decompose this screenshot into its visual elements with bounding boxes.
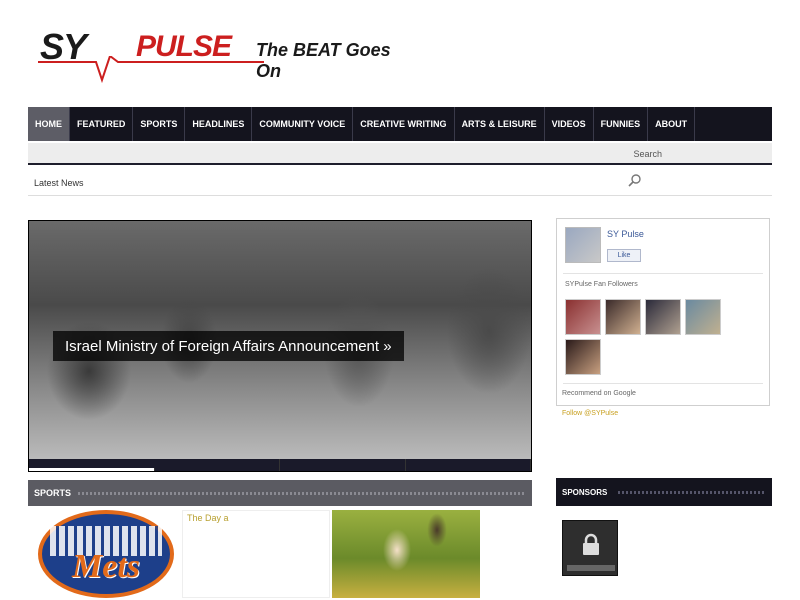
hero-caption-link[interactable]: Israel Ministry of Foreign Affairs Annou… xyxy=(53,331,404,361)
fan-avatar[interactable] xyxy=(565,299,601,335)
divider xyxy=(563,383,763,384)
search-label: Search xyxy=(633,149,662,159)
heartbeat-icon xyxy=(38,56,264,84)
logo-tagline: The BEAT Goes On xyxy=(256,40,391,81)
sponsors-section-header: SPONSORS xyxy=(556,478,772,506)
nav-headlines[interactable]: HEADLINES xyxy=(185,107,253,141)
slider-segment[interactable] xyxy=(280,459,406,471)
sports-article-title[interactable]: The Day a xyxy=(187,513,229,523)
header-divider xyxy=(618,491,764,494)
sub-bar: Search xyxy=(28,143,772,165)
nav-sports[interactable]: SPORTS xyxy=(133,107,186,141)
nav-arts-leisure[interactable]: ARTS & LEISURE xyxy=(455,107,545,141)
nav-featured[interactable]: FEATURED xyxy=(70,107,134,141)
fan-avatar[interactable] xyxy=(685,299,721,335)
facebook-likes-caption: SYPulse Fan Followers xyxy=(565,281,638,288)
fan-avatar[interactable] xyxy=(605,299,641,335)
slider-progress xyxy=(29,459,531,471)
facebook-like-box: SY Pulse Like SYPulse Fan Followers xyxy=(556,218,770,406)
facebook-page-thumb[interactable] xyxy=(565,227,601,263)
nav-funnies[interactable]: FUNNIES xyxy=(594,107,649,141)
facebook-page-name[interactable]: SY Pulse xyxy=(607,229,644,239)
sponsor-tile[interactable] xyxy=(562,520,618,576)
hero-slider[interactable]: Israel Ministry of Foreign Affairs Annou… xyxy=(28,220,532,472)
nav-creative-writing[interactable]: CREATIVE WRITING xyxy=(353,107,455,141)
nav-community-voice[interactable]: COMMUNITY VOICE xyxy=(252,107,354,141)
sports-article-tile[interactable]: The Day a xyxy=(182,510,330,598)
sponsors-label: SPONSORS xyxy=(562,488,608,497)
google-follow-link[interactable]: Follow @SYPulse xyxy=(562,410,618,417)
nav-home[interactable]: HOME xyxy=(28,107,70,141)
latest-news-label: Latest News xyxy=(34,178,84,188)
slider-segment[interactable] xyxy=(29,468,155,471)
lock-icon xyxy=(583,533,599,555)
main-nav: HOME FEATURED SPORTS HEADLINES COMMUNITY… xyxy=(28,107,772,141)
sports-photo-tile[interactable] xyxy=(332,510,480,598)
site-logo[interactable]: SY PULSE The BEAT Goes On xyxy=(36,20,416,90)
google-recommend-label: Recommend on Google xyxy=(562,390,636,397)
facebook-like-button[interactable]: Like xyxy=(607,249,641,262)
sports-section-header: SPORTS xyxy=(28,480,532,506)
latest-news-bar: Latest News xyxy=(28,170,772,196)
sports-label: SPORTS xyxy=(34,488,72,498)
mets-logo-tile[interactable]: Mets xyxy=(36,510,176,598)
fan-avatar[interactable] xyxy=(565,339,601,375)
search-icon[interactable] xyxy=(628,174,642,188)
sponsor-caption-bar xyxy=(567,565,615,571)
nav-about[interactable]: ABOUT xyxy=(648,107,696,141)
mets-wordmark: Mets xyxy=(72,548,140,585)
divider xyxy=(563,273,763,274)
slider-segment[interactable] xyxy=(406,459,531,471)
slider-segment[interactable] xyxy=(155,459,280,471)
fan-avatar[interactable] xyxy=(645,299,681,335)
nav-videos[interactable]: VIDEOS xyxy=(545,107,594,141)
header-divider xyxy=(78,492,526,495)
